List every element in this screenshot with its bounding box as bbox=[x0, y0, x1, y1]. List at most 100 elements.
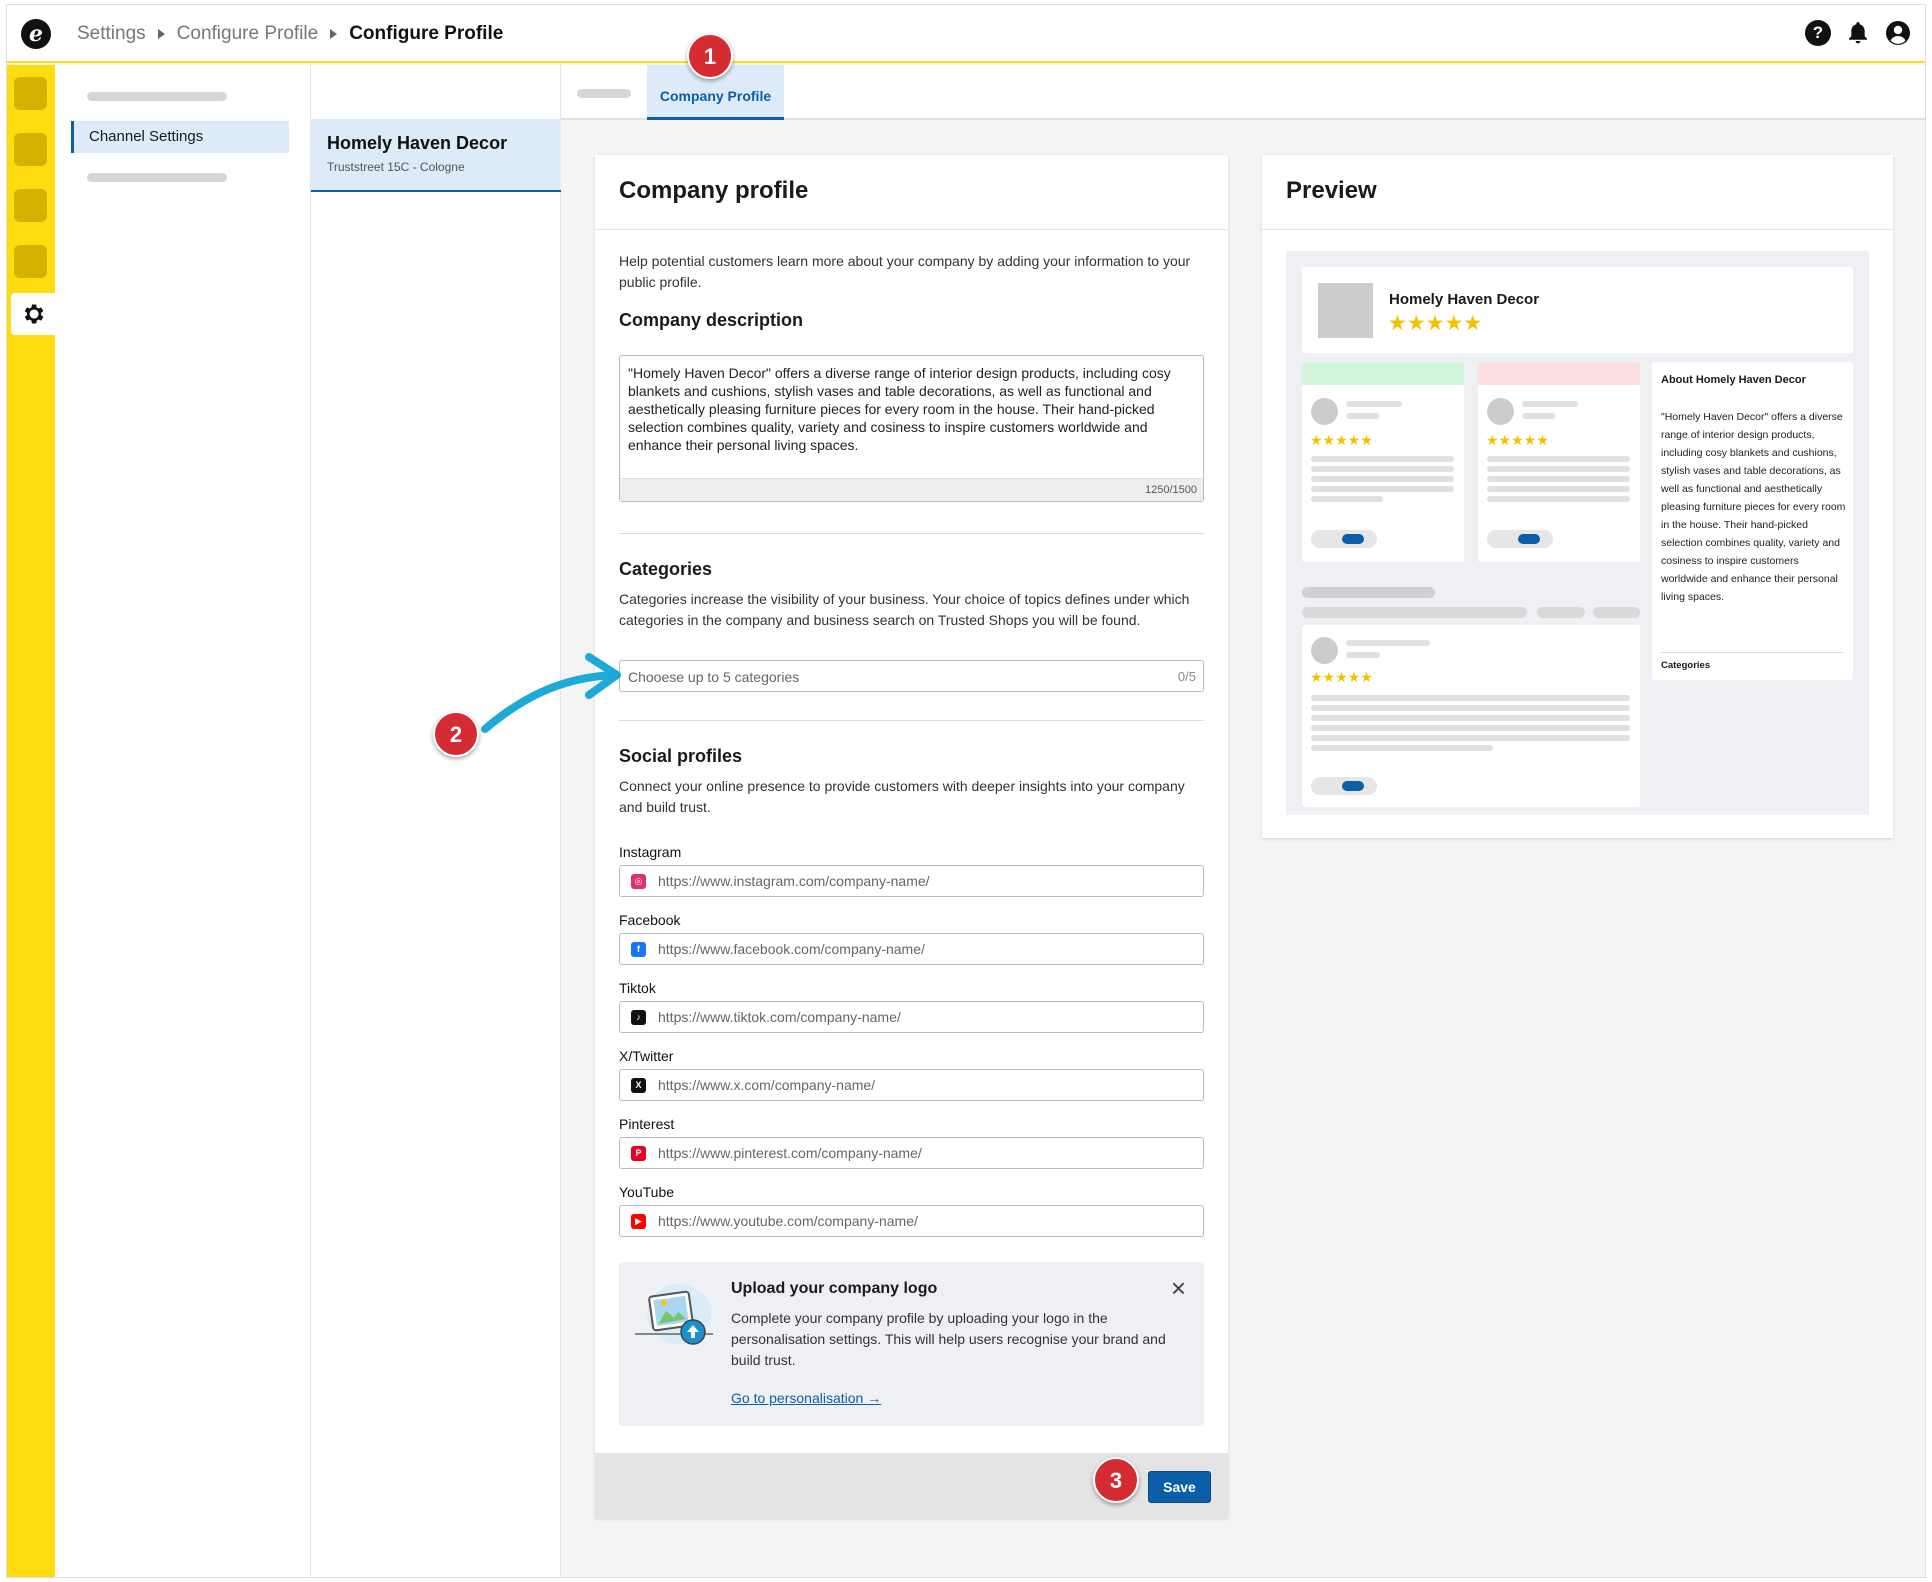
shop-item[interactable]: Homely Haven Decor Truststreet 15C - Col… bbox=[311, 119, 561, 192]
instagram-input[interactable]: ◎ https://www.instagram.com/company-name… bbox=[619, 865, 1204, 897]
pinterest-icon: P bbox=[631, 1146, 646, 1161]
intro-text: Help potential customers learn more abou… bbox=[619, 253, 1191, 290]
divider bbox=[619, 533, 1204, 534]
instagram-placeholder: https://www.instagram.com/company-name/ bbox=[658, 873, 930, 889]
gear-icon[interactable] bbox=[11, 293, 55, 335]
youtube-input[interactable]: ▶ https://www.youtube.com/company-name/ bbox=[619, 1205, 1204, 1237]
close-icon[interactable]: × bbox=[1171, 1275, 1186, 1301]
tiktok-placeholder: https://www.tiktok.com/company-name/ bbox=[658, 1009, 901, 1025]
youtube-icon: ▶ bbox=[631, 1214, 646, 1229]
facebook-input[interactable]: f https://www.facebook.com/company-name/ bbox=[619, 933, 1204, 965]
preview-canvas: Homely Haven Decor ★★★★★ ★★★★★ ★★★★★ ★★★… bbox=[1286, 251, 1869, 815]
upload-logo-banner: Upload your company logo Complete your c… bbox=[619, 1262, 1204, 1426]
about-categories-label: Categories bbox=[1661, 660, 1711, 671]
pinterest-input[interactable]: P https://www.pinterest.com/company-name… bbox=[619, 1137, 1204, 1169]
tab-placeholder[interactable] bbox=[577, 89, 631, 98]
go-to-personalisation-link[interactable]: Go to personalisation → bbox=[731, 1390, 881, 1406]
categories-input[interactable]: Chooese up to 5 categories 0/5 bbox=[619, 660, 1204, 692]
tiktok-icon: ♪ bbox=[631, 1010, 646, 1025]
rail-item[interactable] bbox=[14, 77, 47, 110]
preview-header: Homely Haven Decor ★★★★★ bbox=[1302, 267, 1853, 353]
save-button[interactable]: Save bbox=[1148, 1471, 1211, 1503]
bell-icon[interactable] bbox=[1845, 20, 1871, 46]
description-textarea[interactable]: "Homely Haven Decor" offers a diverse ra… bbox=[619, 355, 1204, 502]
character-counter: 1250/1500 bbox=[620, 478, 1203, 501]
rail-item[interactable] bbox=[14, 189, 47, 222]
avatar bbox=[1311, 637, 1338, 664]
preview-card: Preview Homely Haven Decor ★★★★★ ★★★★★ ★… bbox=[1262, 155, 1893, 838]
tiktok-label: Tiktok bbox=[619, 980, 656, 996]
x-twitter-input[interactable]: X https://www.x.com/company-name/ bbox=[619, 1069, 1204, 1101]
categories-placeholder: Chooese up to 5 categories bbox=[628, 669, 800, 685]
categories-text: Categories increase the visibility of yo… bbox=[619, 591, 1190, 628]
breadcrumb-configure-profile[interactable]: Configure Profile bbox=[177, 23, 319, 45]
brand-logo[interactable]: e bbox=[21, 19, 51, 49]
app-rail bbox=[7, 65, 55, 1577]
x-icon: X bbox=[631, 1078, 646, 1093]
youtube-placeholder: https://www.youtube.com/company-name/ bbox=[658, 1213, 918, 1229]
annotation-badge-2: 2 bbox=[433, 711, 479, 757]
app-window: e Settings Configure Profile Configure P… bbox=[6, 4, 1926, 1578]
shop-address: Truststreet 15C - Cologne bbox=[327, 160, 465, 174]
instagram-icon: ◎ bbox=[631, 874, 646, 889]
instagram-label: Instagram bbox=[619, 844, 682, 860]
social-heading: Social profiles bbox=[619, 746, 743, 766]
facebook-icon: f bbox=[631, 942, 646, 957]
banner-title: Upload your company logo bbox=[731, 1280, 938, 1297]
help-icon[interactable]: ? bbox=[1805, 20, 1831, 46]
link-label: Go to personalisation bbox=[731, 1390, 864, 1406]
tiktok-input[interactable]: ♪ https://www.tiktok.com/company-name/ bbox=[619, 1001, 1204, 1033]
review-stars: ★★★★★ bbox=[1486, 432, 1549, 448]
breadcrumb-settings[interactable]: Settings bbox=[77, 23, 146, 45]
x-twitter-placeholder: https://www.x.com/company-name/ bbox=[658, 1077, 876, 1093]
description-heading: Company description bbox=[619, 310, 804, 330]
about-text: "Homely Haven Decor" offers a diverse ra… bbox=[1661, 411, 1846, 603]
preview-review-card: ★★★★★ bbox=[1478, 362, 1640, 562]
nav-placeholder bbox=[87, 173, 227, 182]
annotation-badge-1: 1 bbox=[687, 33, 733, 79]
breadcrumb-separator-icon bbox=[157, 29, 165, 39]
divider bbox=[595, 229, 1228, 230]
nav-item-channel-settings[interactable]: Channel Settings bbox=[71, 121, 289, 153]
breadcrumb: Settings Configure Profile Configure Pro… bbox=[77, 23, 503, 45]
avatar bbox=[1487, 398, 1514, 425]
image-upload-icon bbox=[635, 1284, 713, 1345]
rail-item[interactable] bbox=[14, 245, 47, 278]
preview-title: Preview bbox=[1286, 177, 1377, 204]
annotation-arrow-icon bbox=[481, 653, 621, 733]
review-stars: ★★★★★ bbox=[1310, 432, 1373, 448]
x-twitter-label: X/Twitter bbox=[619, 1048, 674, 1064]
preview-logo-placeholder bbox=[1318, 283, 1373, 338]
preview-toggle bbox=[1487, 530, 1553, 548]
facebook-label: Facebook bbox=[619, 912, 681, 928]
settings-nav: Channel Settings bbox=[55, 65, 311, 1577]
description-value: "Homely Haven Decor" offers a diverse ra… bbox=[628, 365, 1171, 453]
categories-counter: 0/5 bbox=[1177, 669, 1196, 684]
pinterest-label: Pinterest bbox=[619, 1116, 675, 1132]
nav-placeholder bbox=[87, 92, 227, 101]
rail-item[interactable] bbox=[14, 133, 47, 166]
facebook-placeholder: https://www.facebook.com/company-name/ bbox=[658, 941, 925, 957]
divider bbox=[619, 720, 1204, 721]
shop-list: Homely Haven Decor Truststreet 15C - Col… bbox=[311, 65, 561, 1577]
preview-rating-stars: ★★★★★ bbox=[1388, 312, 1483, 335]
about-title: About Homely Haven Decor bbox=[1661, 374, 1806, 386]
company-profile-card: Company profile Help potential customers… bbox=[595, 155, 1228, 1518]
social-text: Connect your online presence to provide … bbox=[619, 778, 1185, 815]
youtube-label: YouTube bbox=[619, 1184, 675, 1200]
preview-about-box: About Homely Haven Decor "Homely Haven D… bbox=[1652, 362, 1853, 680]
breadcrumb-current: Configure Profile bbox=[349, 23, 504, 44]
preview-review-card: ★★★★★ bbox=[1302, 625, 1640, 807]
shop-name: Homely Haven Decor bbox=[327, 133, 508, 153]
breadcrumb-separator-icon bbox=[330, 29, 338, 39]
banner-text: Complete your company profile by uploadi… bbox=[731, 1310, 1166, 1368]
tab-bar: Company Profile bbox=[561, 65, 1925, 120]
preview-shop-name: Homely Haven Decor bbox=[1389, 291, 1540, 308]
preview-toggle bbox=[1311, 530, 1377, 548]
preview-toggle bbox=[1311, 777, 1377, 795]
arrow-right-icon: → bbox=[867, 1390, 882, 1406]
card-title: Company profile bbox=[619, 177, 809, 204]
account-icon[interactable] bbox=[1885, 20, 1911, 46]
annotation-badge-3: 3 bbox=[1093, 1457, 1139, 1503]
top-bar: e Settings Configure Profile Configure P… bbox=[7, 5, 1925, 63]
